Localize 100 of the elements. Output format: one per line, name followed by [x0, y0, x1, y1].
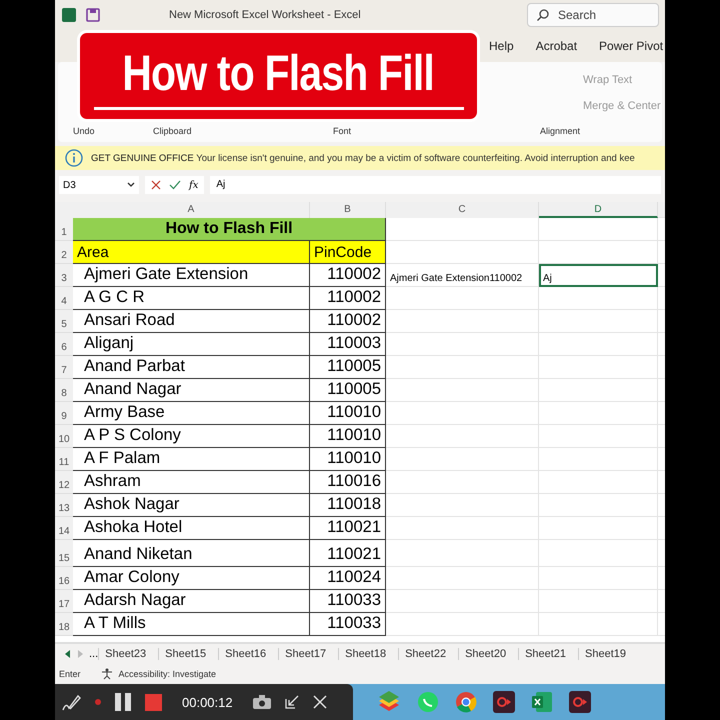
table-cell: 110033: [310, 613, 386, 636]
table-cell[interactable]: [539, 356, 658, 379]
scroll-left-icon[interactable]: [65, 650, 71, 658]
table-cell: Amar Colony: [73, 567, 310, 590]
row-number[interactable]: 7: [55, 356, 73, 379]
row-number[interactable]: 14: [55, 517, 73, 540]
sheet-tab[interactable]: Sheet15: [158, 648, 212, 660]
column-header[interactable]: C: [386, 202, 539, 218]
row-number[interactable]: 6: [55, 333, 73, 356]
table-cell: Ashok Nagar: [73, 494, 310, 517]
table-cell[interactable]: [539, 287, 658, 310]
sheet-tab[interactable]: Sheet17: [278, 648, 332, 660]
search-input[interactable]: Search: [556, 7, 650, 23]
row-number[interactable]: 3: [55, 264, 73, 287]
ribbon-group-label: Clipboard: [153, 126, 192, 136]
table-cell: 110002: [310, 310, 386, 333]
table-cell: Ashram: [73, 471, 310, 494]
recorder-app-icon[interactable]: [569, 691, 591, 713]
camera-icon[interactable]: [252, 695, 271, 709]
table-cell: Ansari Road: [73, 310, 310, 333]
sheet-tab[interactable]: Sheet23: [98, 648, 152, 660]
table-cell: 110024: [310, 567, 386, 590]
search-field[interactable]: Search: [527, 3, 659, 27]
column-header[interactable]: D: [539, 202, 658, 218]
sheet-tab[interactable]: Sheet16: [218, 648, 272, 660]
row-number[interactable]: 4: [55, 287, 73, 310]
table-cell: 110005: [310, 379, 386, 402]
row-number[interactable]: 8: [55, 379, 73, 402]
cancel-icon[interactable]: [151, 180, 161, 190]
table-cell[interactable]: [539, 613, 658, 636]
row-number[interactable]: 5: [55, 310, 73, 333]
row-number[interactable]: 2: [55, 241, 73, 264]
pen-icon[interactable]: [61, 692, 81, 712]
sheet-tab[interactable]: Sheet18: [338, 648, 392, 660]
table-cell: A G C R: [73, 287, 310, 310]
table-cell: 110021: [310, 540, 386, 567]
table-cell: Ajmeri Gate Extension110002: [386, 264, 539, 287]
table-cell[interactable]: [539, 471, 658, 494]
browser-icon[interactable]: [455, 691, 477, 713]
row-number[interactable]: 1: [55, 218, 73, 241]
table-cell[interactable]: [539, 333, 658, 356]
table-cell[interactable]: [539, 517, 658, 540]
table-cell[interactable]: Aj: [539, 264, 658, 287]
save-icon[interactable]: [85, 7, 101, 23]
table-cell[interactable]: [539, 379, 658, 402]
chat-icon[interactable]: [417, 691, 439, 713]
table-cell[interactable]: [539, 425, 658, 448]
scroll-right-icon[interactable]: [77, 650, 83, 658]
spreadsheet-app-icon[interactable]: [531, 691, 553, 713]
row-number[interactable]: 13: [55, 494, 73, 517]
menu-tab[interactable]: Help: [489, 39, 514, 53]
ribbon-group-label: Font: [333, 126, 352, 136]
menu-tab[interactable]: Power Pivot: [599, 39, 664, 53]
table-cell: A P S Colony: [73, 425, 310, 448]
close-icon[interactable]: [312, 695, 327, 709]
table-cell[interactable]: [539, 494, 658, 517]
row-number[interactable]: 17: [55, 590, 73, 613]
accessibility-status[interactable]: Accessibility: Investigate: [118, 669, 216, 679]
menu-tab[interactable]: Acrobat: [536, 39, 578, 53]
table-cell: 110002: [310, 264, 386, 287]
status-mode: Enter: [59, 669, 81, 679]
caret-icon: [127, 182, 135, 188]
sheet-tab[interactable]: Sheet20: [458, 648, 512, 660]
sheet-tab[interactable]: Sheet22: [398, 648, 452, 660]
table-cell[interactable]: [539, 448, 658, 471]
title-banner: How to Flash Fill: [77, 30, 480, 122]
row-number[interactable]: 10: [55, 425, 73, 448]
table-cell: 110003: [310, 333, 386, 356]
row-number[interactable]: 9: [55, 402, 73, 425]
sheet-tab[interactable]: Sheet21: [518, 648, 572, 660]
formula-field[interactable]: Aj: [210, 176, 661, 194]
ribbon-group-label: Alignment: [540, 126, 580, 136]
row-number[interactable]: 11: [55, 448, 73, 471]
header-cell: PinCode: [310, 241, 386, 264]
table-cell: 110005: [310, 356, 386, 379]
app-stack-icon[interactable]: [377, 691, 401, 713]
insert-function-button[interactable]: fx: [189, 180, 198, 190]
license-message: GET GENUINE OFFICE Your license isn't genuine, and you may be a victim of software counterfeiting. Avoid interruption and kee: [91, 152, 635, 164]
more-sheets-button[interactable]: ...: [89, 648, 98, 660]
sheet-tab[interactable]: Sheet19: [578, 648, 632, 660]
row-number[interactable]: 16: [55, 567, 73, 590]
table-cell: 110018: [310, 494, 386, 517]
recorder-app-icon[interactable]: [493, 691, 515, 713]
name-box[interactable]: D3: [59, 176, 139, 194]
pause-icon[interactable]: [115, 693, 131, 711]
table-cell[interactable]: [539, 567, 658, 590]
check-icon[interactable]: [169, 180, 181, 190]
minimize-icon[interactable]: [284, 695, 299, 709]
info-icon: [65, 149, 83, 167]
stop-icon[interactable]: [145, 694, 162, 710]
table-cell[interactable]: [539, 310, 658, 333]
table-cell: Anand Parbat: [73, 356, 310, 379]
accessibility-icon[interactable]: [100, 668, 113, 680]
row-number[interactable]: 18: [55, 613, 73, 636]
table-cell[interactable]: [539, 540, 658, 567]
table-cell: Army Base: [73, 402, 310, 425]
row-number[interactable]: 12: [55, 471, 73, 494]
row-number[interactable]: 15: [55, 540, 73, 567]
table-cell[interactable]: [539, 590, 658, 613]
table-cell[interactable]: [539, 402, 658, 425]
